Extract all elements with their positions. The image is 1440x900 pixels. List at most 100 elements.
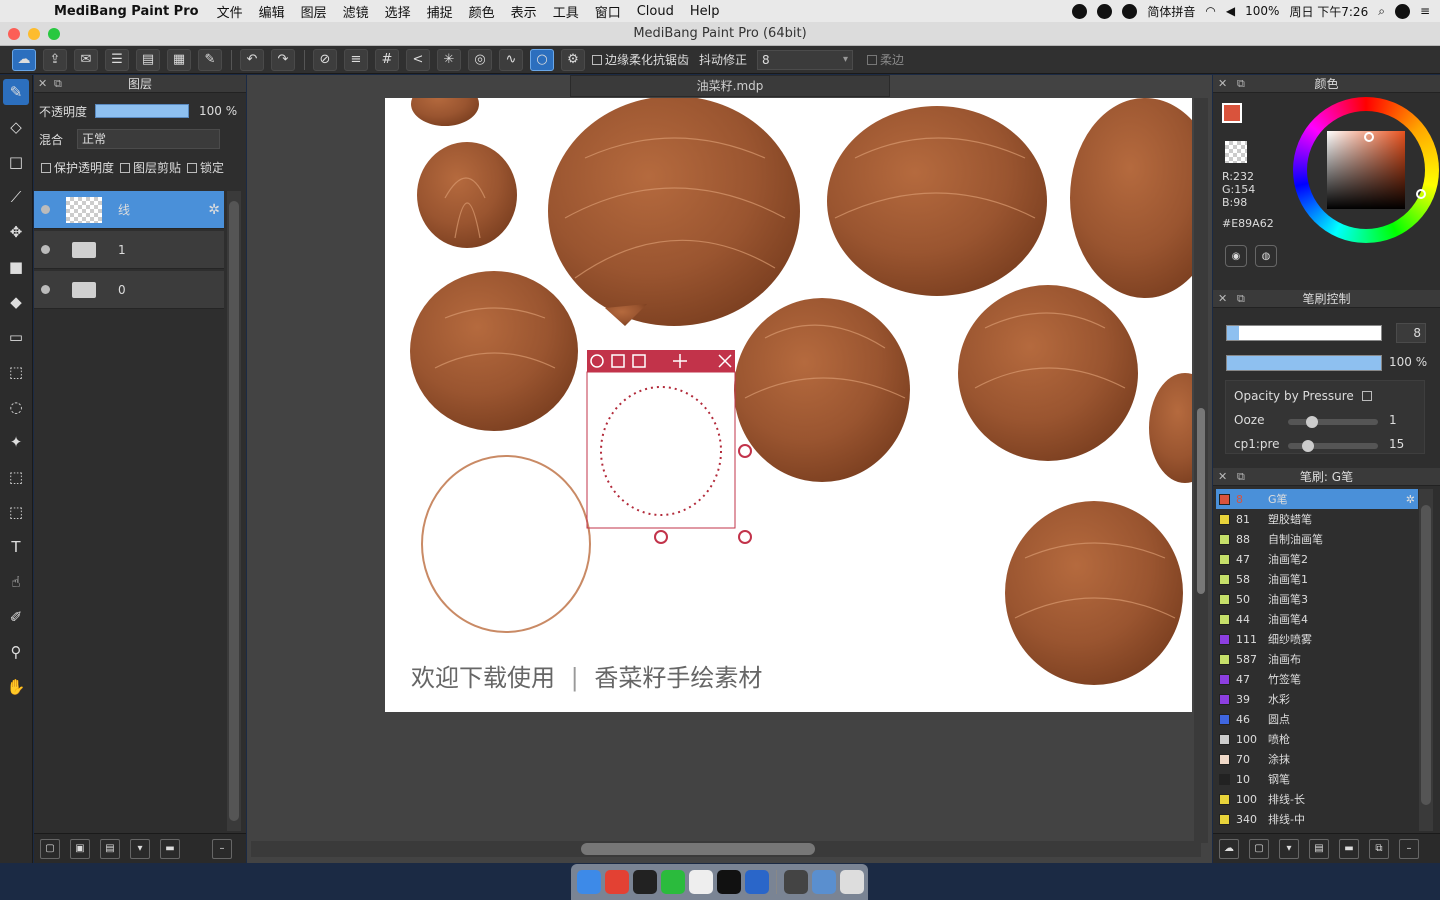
record-icon[interactable] [1072,3,1088,19]
palette-icon[interactable]: ◉ [1225,245,1247,267]
checkbox-icon[interactable] [867,55,878,65]
brush-row[interactable]: 58 油画笔1 [1216,569,1418,589]
brush-tool-icon[interactable]: ✎ [3,79,29,105]
brush-row[interactable]: 8 G笔 ✲ [1216,489,1418,509]
slider-knob[interactable] [1302,440,1314,452]
comment-icon[interactable]: ✉ [74,48,98,71]
magic-wand-icon[interactable]: ✦ [3,429,29,455]
visibility-icon[interactable] [41,285,50,294]
eyedropper-tool-icon[interactable]: ⚲ [3,639,29,665]
brush-size-value[interactable]: 8 [1396,323,1426,343]
ooze-slider[interactable] [1288,419,1378,425]
control-center-icon[interactable]: ≡ [1420,4,1430,18]
medibang-icon[interactable] [689,870,713,894]
search-icon[interactable]: ⌕ [1378,4,1385,19]
antialias-checkbox[interactable]: 边缘柔化抗锯齿 [592,51,689,68]
gradient-tool-icon[interactable]: ▭ [3,324,29,350]
saturation-value-box[interactable] [1327,131,1405,209]
line-brush-icon[interactable]: ⟋ [3,184,29,210]
move-tool-icon[interactable]: ✥ [3,219,29,245]
qq-icon[interactable] [717,870,741,894]
hue-knob[interactable] [1416,189,1426,199]
brush-settings-icon[interactable]: ▤ [1309,838,1329,859]
protect-alpha-checkbox[interactable]: 保护透明度 [41,159,114,176]
new-folder-icon[interactable]: ▬ [160,838,180,859]
snap-settings-icon[interactable]: ⚙ [561,48,585,71]
grid-snap-icon[interactable]: # [375,48,399,71]
new-brush-icon[interactable]: ▢ [1249,838,1269,859]
eraser-tool-icon[interactable]: ◇ [3,114,29,140]
canvas-horizontal-scrollbar[interactable] [251,841,1201,857]
opacity-pressure-checkbox[interactable] [1361,391,1372,401]
snap-off-icon[interactable]: ⊘ [313,48,337,71]
transparent-color-swatch[interactable] [1225,141,1247,163]
soft-edge-checkbox[interactable]: 柔边 [867,51,904,68]
bucket-tool-icon[interactable]: ◆ [3,289,29,315]
menu-select[interactable]: 选择 [385,2,411,21]
checkbox-icon[interactable] [120,163,131,173]
select-eraser-icon[interactable]: ⬚ [3,499,29,525]
canvas-vertical-scrollbar[interactable] [1194,98,1208,843]
perspective-snap-icon[interactable]: < [406,48,430,71]
lock-checkbox[interactable]: 锁定 [187,159,224,176]
menu-edit[interactable]: 编辑 [259,2,285,21]
close-window-button[interactable] [8,28,20,40]
document-tab[interactable]: 油菜籽.mdp [570,75,890,97]
redo-icon[interactable]: ↷ [271,48,295,71]
curve-snap-icon[interactable]: ∿ [499,48,523,71]
brush-row[interactable]: 39 水彩 [1216,689,1418,709]
select-pen-icon[interactable]: ⬚ [3,464,29,490]
hand-tool-icon[interactable]: ✋ [3,674,29,700]
minimize-window-button[interactable] [28,28,40,40]
brush-row[interactable]: 111 细纱喷雾 [1216,629,1418,649]
brush-row[interactable]: 47 竹签笔 [1216,669,1418,689]
menu-tools[interactable]: 工具 [553,2,579,21]
radial-snap-icon[interactable]: ✳ [437,48,461,71]
menu-cloud[interactable]: Cloud [637,4,674,19]
color-picker-knob[interactable] [1364,132,1374,142]
brush-menu-icon[interactable]: – [1399,838,1419,859]
menu-snap[interactable]: 捕捉 [427,2,453,21]
clock[interactable]: 周日 下午7:26 [1289,3,1368,20]
new-halftone-layer-icon[interactable]: ▣ [70,838,90,859]
share-icon[interactable]: ⇪ [43,48,67,71]
edit-icon[interactable]: ✎ [198,48,222,71]
brush-row[interactable]: 47 油画笔2 [1216,549,1418,569]
menu-help[interactable]: Help [690,4,720,19]
divide-tool-icon[interactable]: ✐ [3,604,29,630]
visibility-icon[interactable] [41,205,50,214]
volume-icon[interactable]: ◀ [1226,4,1235,18]
clipping-checkbox[interactable]: 图层剪贴 [120,159,181,176]
screenshot-icon[interactable] [784,870,808,894]
visibility-icon[interactable] [41,245,50,254]
wechat-status-icon[interactable] [1122,3,1138,19]
close-icon[interactable]: ✕ [1218,290,1227,308]
battery-percent[interactable]: 100% [1245,4,1279,18]
cloud-brush-icon[interactable]: ☁ [1219,838,1239,859]
layer-scrollbar[interactable] [227,191,241,831]
notification-icon[interactable] [1097,3,1113,19]
menu-file[interactable]: 文件 [217,2,243,21]
brush-row[interactable]: 46 圆点 [1216,709,1418,729]
menu-view[interactable]: 表示 [511,2,537,21]
dot-tool-icon[interactable]: □ [3,149,29,175]
preview-icon[interactable] [812,870,836,894]
checkbox-icon[interactable] [187,163,198,173]
finder-icon[interactable] [577,870,601,894]
layer-opacity-slider[interactable] [95,104,190,118]
rect-select-icon[interactable]: ⬚ [3,359,29,385]
wechat-icon[interactable] [661,870,685,894]
undo-icon[interactable]: ↶ [240,48,264,71]
text-tool-icon[interactable]: T [3,534,29,560]
checkbox-icon[interactable] [41,163,51,173]
brush-row[interactable]: 50 油画笔3 [1216,589,1418,609]
layer-row[interactable]: 0 [34,271,224,309]
popout-icon[interactable]: ⧉ [1237,468,1245,486]
new-8bit-layer-icon[interactable]: ▤ [100,838,120,859]
wifi-icon[interactable]: ◠ [1205,4,1215,18]
brush-row[interactable]: 340 排线-中 [1216,809,1418,829]
layer-row[interactable]: 线 ✲ [34,191,224,229]
menu-layer[interactable]: 图层 [301,2,327,21]
brush-folder-icon[interactable]: ▬ [1339,838,1359,859]
popout-icon[interactable]: ⧉ [1237,75,1245,93]
